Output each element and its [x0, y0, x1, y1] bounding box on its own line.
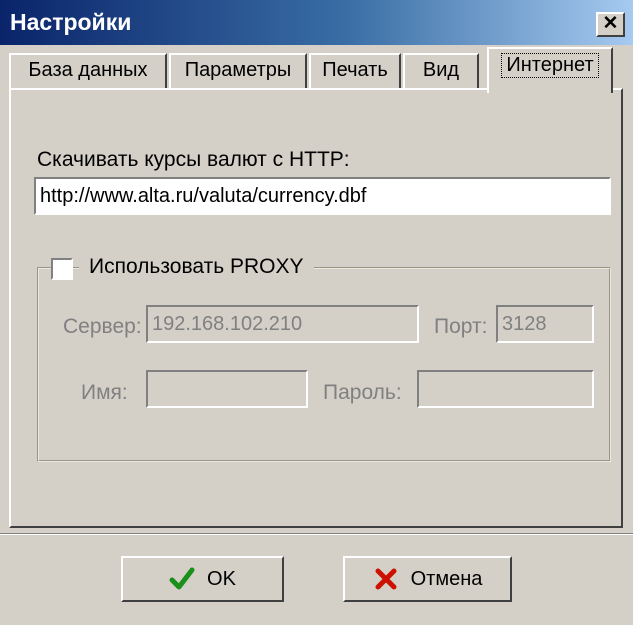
tab-database[interactable]: База данных [9, 53, 167, 89]
proxy-name-input[interactable] [146, 370, 308, 408]
server-label: Сервер: [63, 315, 142, 338]
tab-label: Печать [322, 59, 388, 81]
checkmark-icon [169, 567, 195, 590]
proxy-server-input[interactable]: 192.168.102.210 [146, 305, 419, 343]
proxy-password-input[interactable] [417, 370, 594, 408]
currency-url-input[interactable]: http://www.alta.ru/valuta/currency.dbf [34, 177, 611, 215]
ok-label: OK [207, 567, 236, 590]
url-label: Скачивать курсы валют с HTTP: [37, 148, 350, 171]
tab-parameters[interactable]: Параметры [169, 53, 307, 89]
tab-label: Вид [422, 59, 460, 81]
tab-internet[interactable]: Интернет [487, 47, 613, 93]
tab-label: База данных [28, 59, 148, 81]
proxy-groupbox [37, 267, 611, 462]
tab-label: Интернет [501, 53, 599, 78]
red-x-icon [375, 568, 397, 590]
separator [0, 533, 633, 535]
cancel-label: Отмена [410, 567, 483, 590]
ok-button[interactable]: OK [121, 556, 284, 602]
cancel-button[interactable]: Отмена [343, 556, 512, 602]
password-label: Пароль: [323, 381, 402, 404]
tab-view[interactable]: Вид [403, 53, 479, 89]
port-label: Порт: [434, 315, 488, 338]
close-icon: ✕ [602, 13, 619, 34]
title-bar: Настройки ✕ [0, 0, 633, 45]
close-button[interactable]: ✕ [596, 12, 625, 37]
use-proxy-checkbox[interactable] [51, 258, 73, 280]
use-proxy-label: Использовать PROXY [79, 255, 314, 279]
window-title: Настройки [10, 9, 132, 35]
name-label: Имя: [81, 381, 128, 404]
proxy-port-input[interactable]: 3128 [496, 305, 594, 343]
tab-label: Параметры [184, 59, 292, 81]
tab-print[interactable]: Печать [309, 53, 401, 89]
